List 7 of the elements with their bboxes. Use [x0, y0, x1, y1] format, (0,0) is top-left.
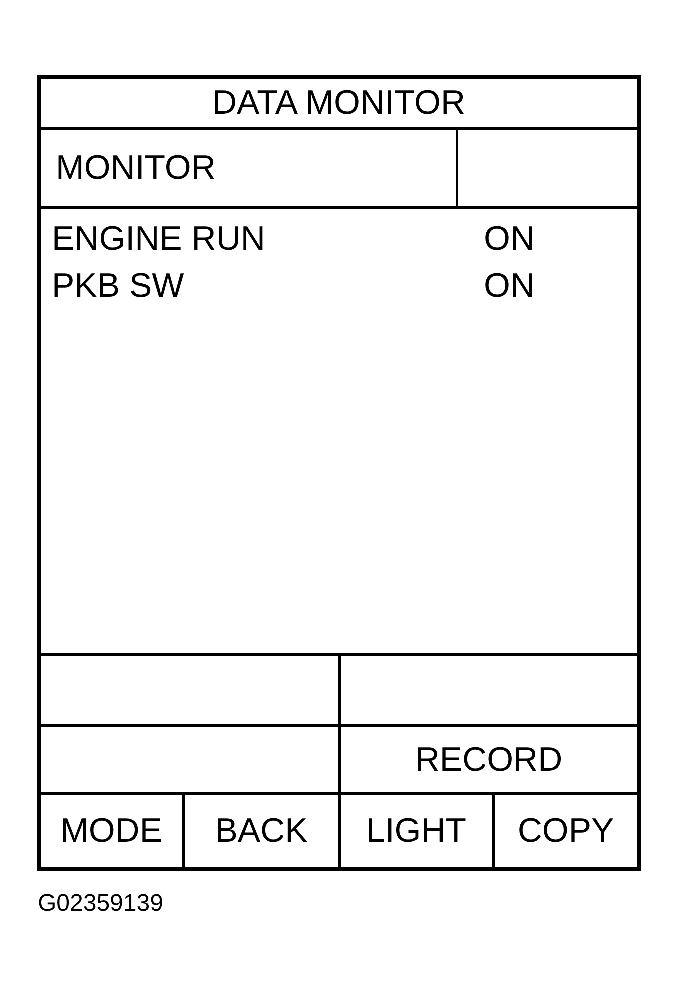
item-name: PKB SW	[52, 266, 186, 307]
item-value: ON	[484, 219, 535, 260]
monitor-header: MONITOR	[56, 151, 216, 185]
figure-id: G02359139	[38, 890, 164, 918]
screen-title: DATA MONITOR	[212, 86, 466, 120]
item-value: ON	[484, 266, 535, 307]
item-name: ENGINE RUN	[52, 219, 266, 260]
